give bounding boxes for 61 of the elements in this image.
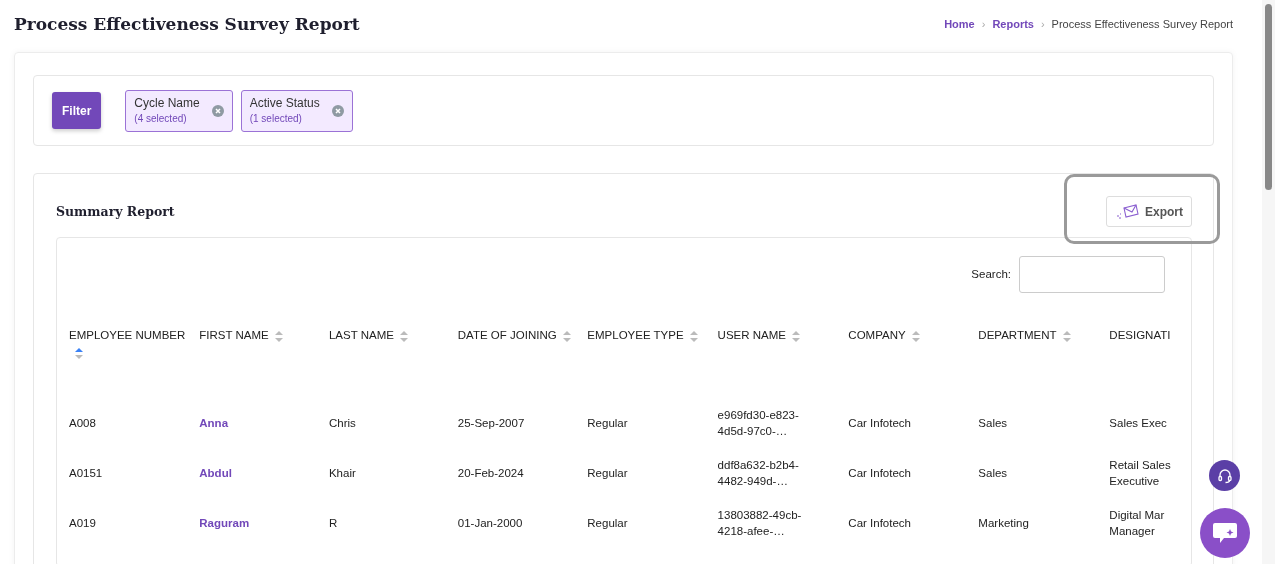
table-cell-text: Sales [978, 466, 1009, 482]
table-cell-text: Sales Exec [1109, 416, 1168, 432]
chevron-icon: › [981, 15, 986, 33]
table-cell: Khair [328, 448, 458, 499]
chip-count: (1 selected) [249, 111, 303, 126]
table-cell: Sales [978, 398, 1110, 449]
table-cell: Car Infotech [848, 448, 979, 499]
table-cell-text: Digital Mar Manager [1109, 507, 1166, 540]
table-cell: Regular [587, 448, 718, 499]
table-cell-text: A019 [69, 516, 97, 532]
table-cell-text: Retail Sales Executive [1109, 457, 1172, 490]
scrollbar[interactable] [1262, 0, 1275, 564]
table-cell-text: Marketing [978, 516, 1030, 532]
name-link[interactable]: Anna [199, 417, 229, 430]
search-field[interactable] [1019, 256, 1165, 294]
headset-icon [1216, 467, 1233, 484]
export-button[interactable]: Export [1106, 196, 1192, 228]
chip-label: Active Status [249, 96, 320, 111]
chip-label: Cycle Name [134, 96, 200, 111]
filter-button[interactable]: Filter [52, 92, 102, 130]
column-header[interactable]: EMPLOYEE TYPE [587, 293, 718, 399]
table-cell: 13803882-49cb-4218-afee-… [717, 498, 849, 549]
table-cell: Regular [587, 398, 718, 449]
breadcrumb-link[interactable]: Home [944, 15, 975, 33]
chevron-icon: › [1040, 15, 1045, 33]
remove-icon[interactable] [331, 104, 344, 117]
page-title: Process Effectiveness Survey Report [14, 14, 360, 35]
table-cell: e969fd30-e823-4d5d-97c0-… [717, 398, 849, 449]
table-cell: A008 [69, 398, 200, 449]
filter-chip[interactable]: Active Status (1 selected) [240, 89, 353, 132]
name-link[interactable]: Raguram [199, 517, 250, 530]
search-label: Search: [971, 267, 1011, 283]
column-header[interactable]: EMPLOYEE NUMBER [69, 293, 200, 399]
support-button[interactable] [1209, 460, 1240, 491]
breadcrumb-current: Process Effectiveness Survey Report [1051, 16, 1233, 32]
table-cell: Regular [587, 498, 718, 549]
table-cell-text: 25-Sep-2007 [457, 416, 526, 432]
table-cell-text: Car Infotech [848, 516, 912, 532]
column-header[interactable]: FIRST NAME [199, 293, 329, 399]
filter-chip[interactable]: Cycle Name (4 selected) [125, 89, 233, 132]
table-cell-text: 01-Jan-2000 [457, 516, 524, 532]
remove-icon[interactable] [211, 104, 224, 117]
table-cell: A0151 [69, 448, 200, 499]
section-title: Summary Report [56, 202, 175, 221]
column-header[interactable]: LAST NAME [328, 293, 458, 399]
column-header[interactable]: COMPANY [848, 293, 979, 399]
breadcrumb-link[interactable]: Reports [992, 15, 1034, 33]
chat-icon [1212, 521, 1238, 545]
column-header[interactable]: USER NAME [717, 293, 849, 399]
column-header[interactable]: DESIGNATI [1109, 293, 1191, 399]
table-cell: Car Infotech [848, 398, 979, 449]
name-link[interactable]: Abdul [199, 467, 232, 480]
table-cell: ddf8a632-b2b4-4482-949d-… [717, 448, 849, 499]
column-header[interactable]: DEPARTMENT [978, 293, 1110, 399]
table-cell: Chris [328, 398, 458, 449]
table-cell: R [328, 498, 458, 549]
chat-button[interactable] [1200, 508, 1250, 558]
table-cell-text: 20-Feb-2024 [457, 466, 525, 482]
envelope-icon [1115, 203, 1139, 220]
chip-count: (4 selected) [134, 111, 188, 126]
column-header[interactable]: DATE OF JOINING [457, 293, 588, 399]
